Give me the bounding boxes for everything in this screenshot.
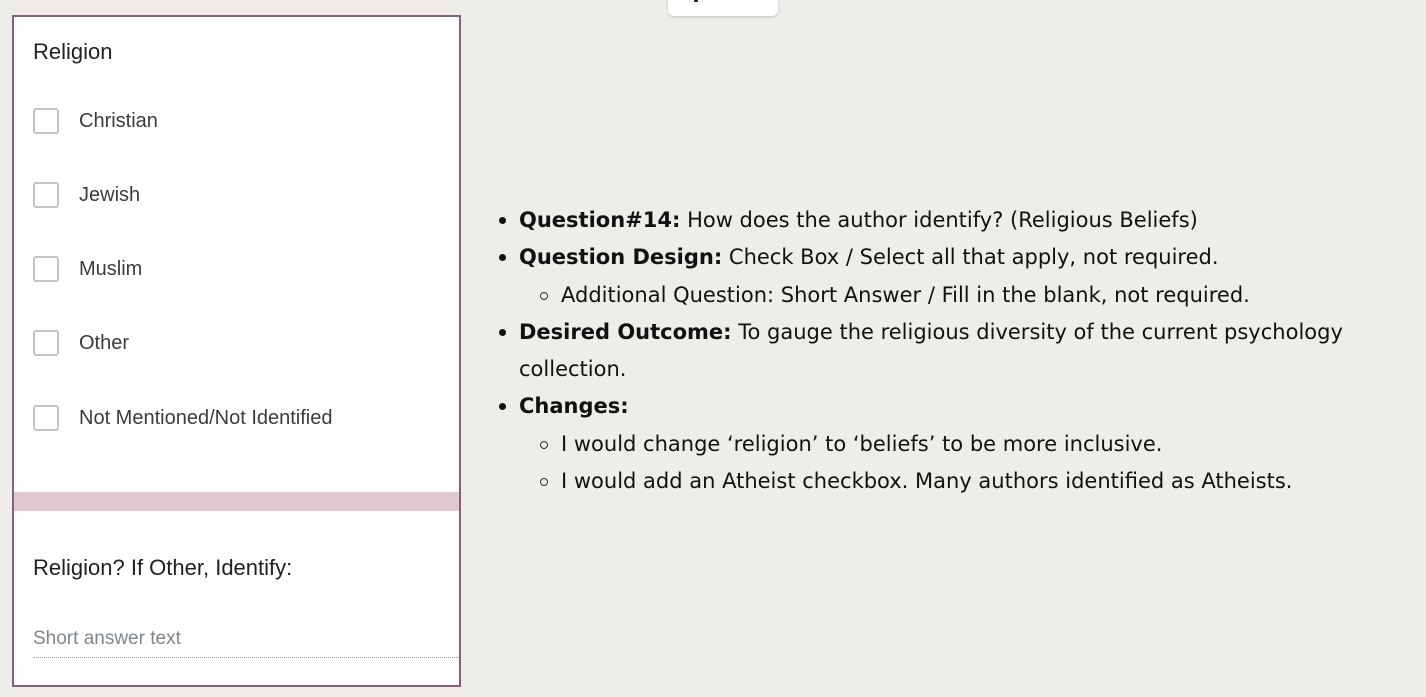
- note-label: Desired Outcome:: [519, 319, 732, 344]
- note-subitem: I would add an Atheist checkbox. Many au…: [497, 463, 1417, 500]
- note-subitem: I would change ‘religion’ to ‘beliefs’ t…: [497, 426, 1417, 463]
- notes-list: Question#14: How does the author identif…: [497, 202, 1417, 500]
- option-label: Muslim: [79, 257, 143, 280]
- popup-glyph: [694, 0, 698, 2]
- question-title-other: Religion? If Other, Identify:: [33, 555, 293, 580]
- question-title-religion: Religion: [33, 39, 113, 64]
- note-label: Changes:: [519, 394, 629, 419]
- notes-panel: Question#14: How does the author identif…: [497, 202, 1417, 500]
- note-desired-outcome: Desired Outcome: To gauge the religious …: [497, 314, 1417, 389]
- note-text: How does the author identify? (Religious…: [680, 208, 1198, 232]
- option-other[interactable]: Other: [33, 327, 129, 359]
- option-label: Not Mentioned/Not Identified: [79, 406, 333, 429]
- note-label: Question#14:: [519, 208, 681, 232]
- option-label: Christian: [79, 109, 158, 132]
- form-preview-card: Religion Christian Jewish Muslim Other N…: [12, 15, 461, 687]
- option-label: Other: [79, 331, 130, 354]
- note-text: Check Box / Select all that apply, not r…: [722, 245, 1219, 270]
- checkbox[interactable]: [33, 330, 59, 356]
- checkbox[interactable]: [33, 108, 59, 134]
- section-divider: [14, 492, 459, 511]
- option-label: Jewish: [79, 183, 141, 206]
- option-not-mentioned[interactable]: Not Mentioned/Not Identified: [33, 402, 333, 434]
- short-answer-input[interactable]: [33, 621, 459, 658]
- option-muslim[interactable]: Muslim: [33, 253, 142, 285]
- option-christian[interactable]: Christian: [33, 105, 158, 137]
- note-label: Question Design:: [519, 245, 723, 270]
- checkbox[interactable]: [33, 182, 59, 208]
- note-subitem: Additional Question: Short Answer / Fill…: [497, 277, 1417, 314]
- note-changes: Changes:: [497, 388, 1417, 425]
- checkbox[interactable]: [33, 256, 59, 282]
- option-jewish[interactable]: Jewish: [33, 179, 140, 211]
- checkbox[interactable]: [33, 405, 59, 431]
- note-question-design: Question Design: Check Box / Select all …: [497, 239, 1417, 276]
- popup-fragment: [668, 0, 778, 16]
- note-question-number: Question#14: How does the author identif…: [497, 202, 1417, 239]
